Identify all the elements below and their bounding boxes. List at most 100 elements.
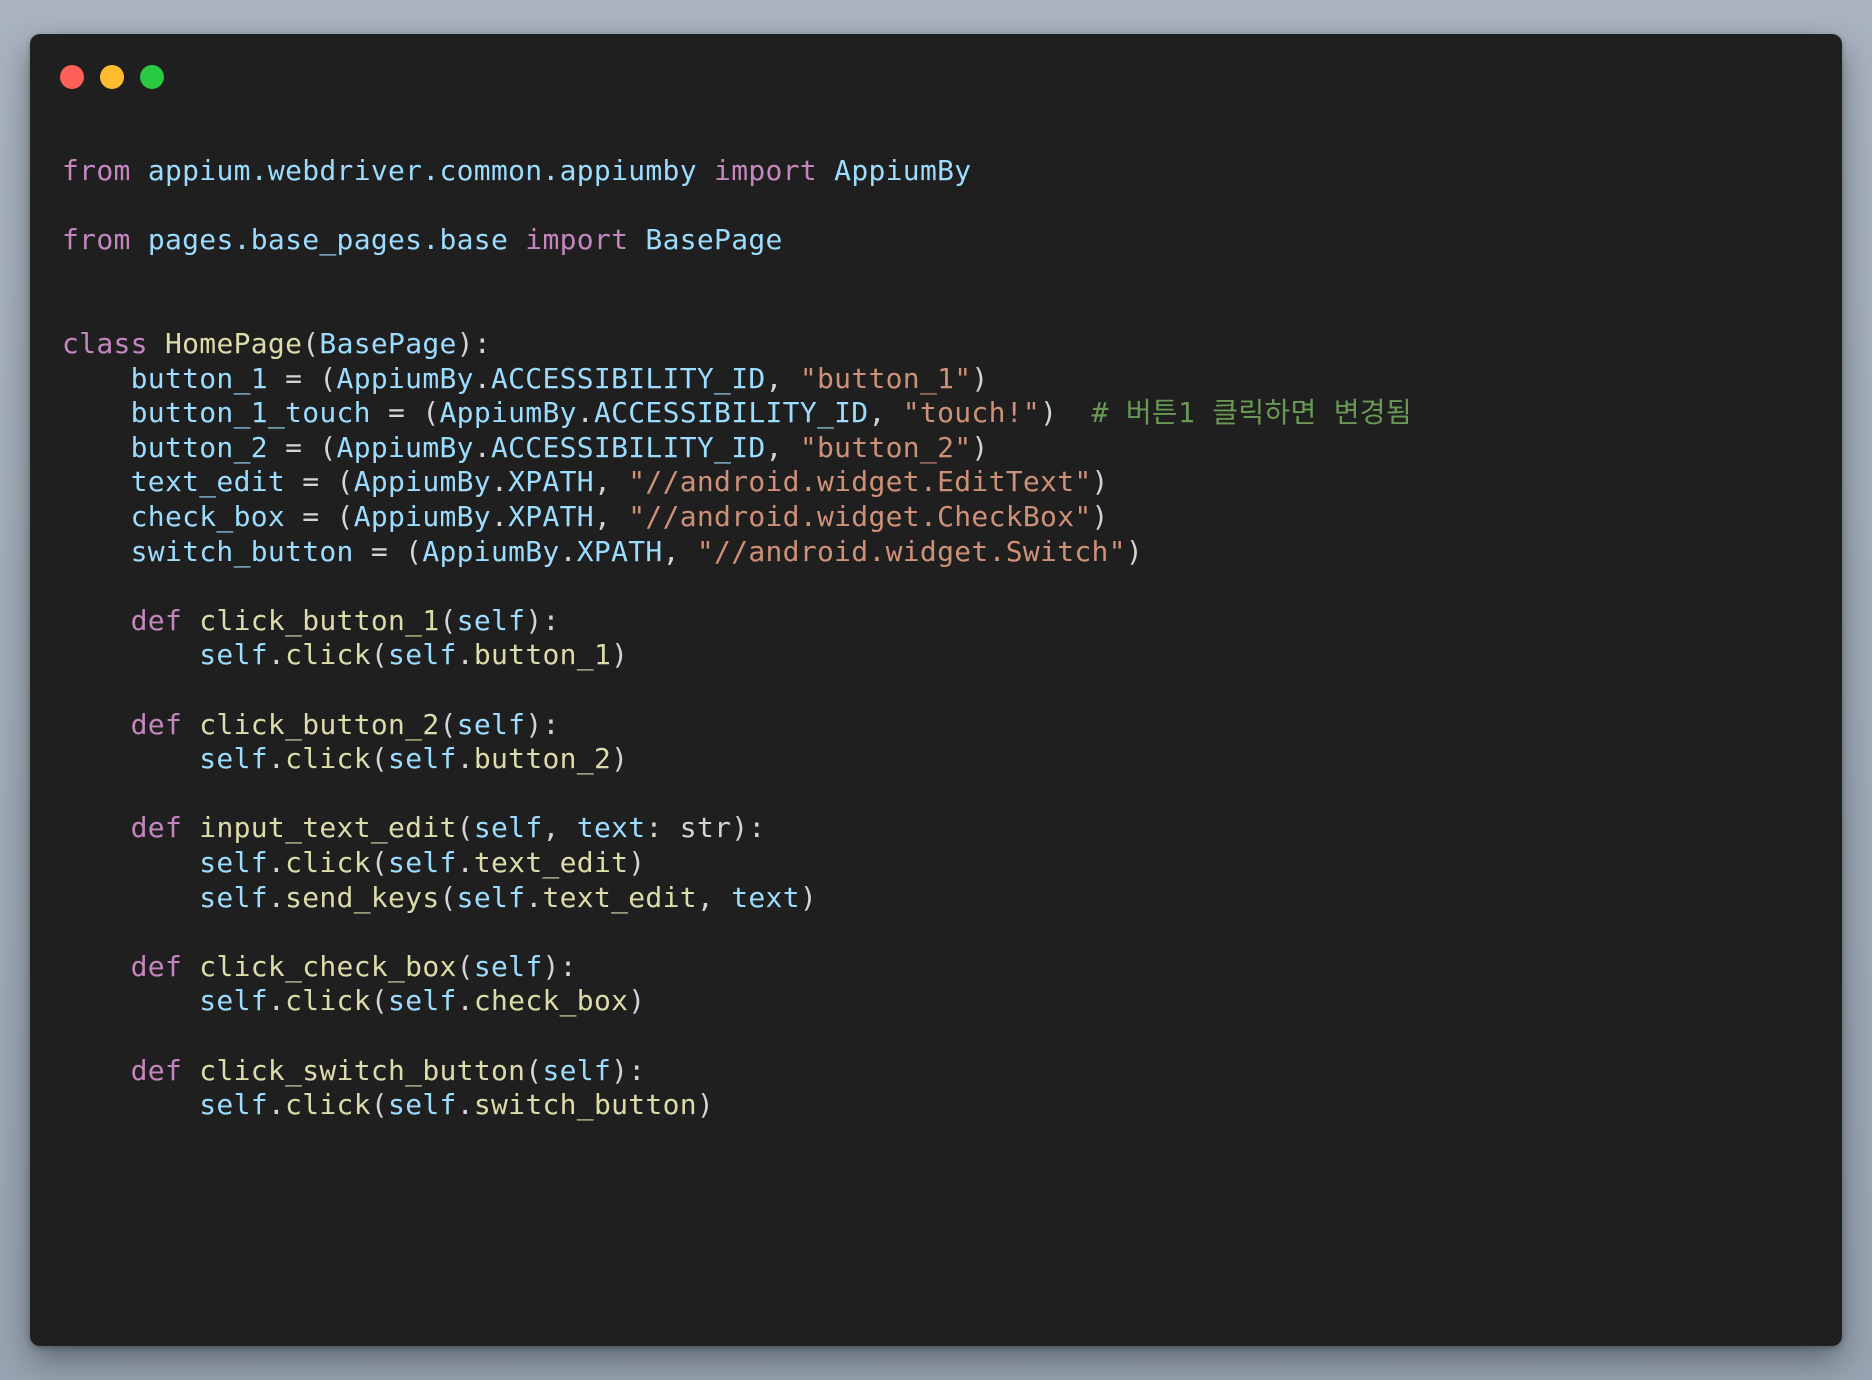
punctuation-token: ) <box>628 846 646 879</box>
self-token: self <box>199 880 268 914</box>
code-line: self.send_keys(self.text_edit, text) <box>62 877 817 919</box>
keyword-token: def <box>130 707 183 741</box>
identifier-token: switch_button <box>130 534 354 568</box>
keyword-token: import <box>714 154 817 187</box>
keyword-token: class <box>62 327 148 360</box>
name-token: button_1 <box>473 638 612 672</box>
self-token: self <box>199 742 268 776</box>
punctuation-token: . <box>267 984 286 1018</box>
builtin-token: str <box>679 811 732 845</box>
keyword-token: from <box>62 154 131 187</box>
punctuation-token: . <box>267 1088 286 1122</box>
punctuation-token: ( <box>456 811 474 845</box>
punctuation-token: ( <box>370 638 389 672</box>
name-token: click <box>285 1088 371 1122</box>
code-line: self.click(self.button_2) <box>62 738 628 780</box>
punctuation-token: , <box>868 396 903 430</box>
keyword-token: def <box>130 1053 183 1087</box>
identifier-token: button_1 <box>130 361 268 395</box>
identifier-token: ACCESSIBILITY_ID <box>593 396 869 430</box>
punctuation-token: ): <box>611 1053 646 1087</box>
punctuation-token: . <box>267 742 286 776</box>
comment-token: # 버튼1 클릭하면 변경됨 <box>1091 396 1412 430</box>
maximize-window-icon[interactable] <box>140 65 164 89</box>
module-token: BasePage <box>645 223 783 257</box>
self-token: self <box>456 880 526 914</box>
self-token: self <box>388 742 457 776</box>
string-token: "//android.widget.EditText" <box>628 465 1092 499</box>
string-token: "button_2" <box>799 430 972 464</box>
punctuation-token: ) <box>1125 534 1143 568</box>
identifier-token: AppiumBy <box>336 361 474 395</box>
punctuation-token: . <box>456 984 474 1018</box>
close-window-icon[interactable] <box>60 65 84 89</box>
punctuation-token: ( <box>302 327 320 360</box>
identifier-token: button_1_touch <box>130 396 371 430</box>
code-line: from pages.base_pages.base import BasePa… <box>62 219 783 261</box>
window-titlebar <box>30 34 1842 114</box>
string-token: "//android.widget.Switch" <box>696 534 1126 568</box>
identifier-token: AppiumBy <box>336 430 474 464</box>
name-token: click <box>285 984 371 1018</box>
punctuation-token: , <box>542 811 577 845</box>
punctuation-token: ) <box>971 361 989 395</box>
punctuation-token: . <box>490 500 509 533</box>
punctuation-token: = ( <box>285 500 354 533</box>
punctuation-token: ) <box>1091 500 1109 533</box>
self-token: self <box>388 1088 457 1122</box>
punctuation-token: ( <box>370 846 389 879</box>
punctuation-token: . <box>456 1088 474 1122</box>
punctuation-token: . <box>490 465 509 499</box>
punctuation-token: ) <box>1091 465 1109 499</box>
self-token: self <box>199 846 268 879</box>
punctuation-token: ): <box>525 707 560 741</box>
keyword-token: def <box>130 949 183 983</box>
name-token: click_button_2 <box>199 707 440 741</box>
name-token: send_keys <box>285 880 440 914</box>
self-token: self <box>388 846 457 879</box>
name-token: switch_button <box>473 1088 697 1122</box>
punctuation-token: ) <box>611 638 629 672</box>
punctuation-token: ) <box>1040 396 1092 430</box>
identifier-token: ACCESSIBILITY_ID <box>490 361 766 395</box>
keyword-token: from <box>62 223 131 257</box>
identifier-token: XPATH <box>576 534 663 568</box>
name-token: click <box>285 846 371 879</box>
punctuation-token: ( <box>370 984 389 1018</box>
punctuation-token: = ( <box>285 465 354 499</box>
keyword-token: def <box>130 603 183 637</box>
self-token: self <box>388 984 457 1018</box>
minimize-window-icon[interactable] <box>100 65 124 89</box>
name-token: click <box>285 742 371 776</box>
punctuation-token: ) <box>971 430 989 464</box>
identifier-token: AppiumBy <box>422 534 560 568</box>
module-token: AppiumBy <box>834 154 972 187</box>
self-token: self <box>388 638 457 672</box>
identifier-token: text <box>576 811 646 845</box>
punctuation-token: , <box>765 361 800 395</box>
name-token: text_edit <box>542 880 697 914</box>
self-token: self <box>456 603 526 637</box>
punctuation-token: . <box>456 638 474 672</box>
code-line: self.click(self.check_box) <box>62 980 645 1022</box>
punctuation-token: . <box>473 361 491 395</box>
string-token: "touch!" <box>902 396 1041 430</box>
punctuation-token: ) <box>611 742 629 776</box>
punctuation-token: . <box>473 430 491 464</box>
punctuation-token: ( <box>439 603 457 637</box>
self-token: self <box>473 949 543 983</box>
